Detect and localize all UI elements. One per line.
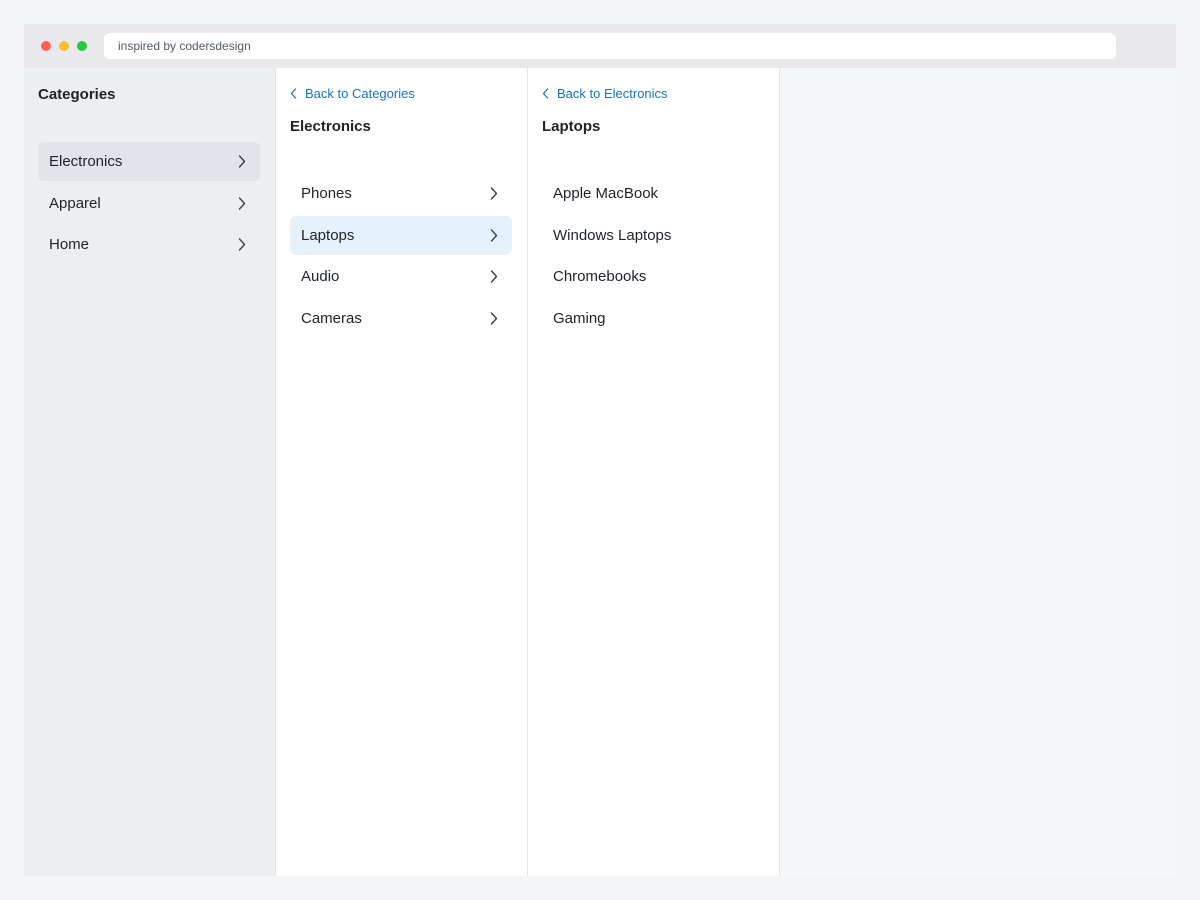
product-item-chromebooks[interactable]: Chromebooks bbox=[542, 257, 764, 296]
subcategory-item-audio[interactable]: Audio bbox=[290, 257, 512, 296]
categories-title: Categories bbox=[38, 86, 116, 103]
electronics-column: Back to Categories Electronics Phones La… bbox=[276, 68, 528, 876]
product-item-apple-macbook[interactable]: Apple MacBook bbox=[542, 174, 764, 213]
chevron-right-icon bbox=[490, 187, 498, 200]
chevron-right-icon bbox=[490, 270, 498, 283]
subcategory-item-phones[interactable]: Phones bbox=[290, 174, 512, 213]
category-item-label: Apparel bbox=[49, 194, 101, 212]
chevron-left-icon bbox=[290, 87, 297, 99]
product-item-windows-laptops[interactable]: Windows Laptops bbox=[542, 216, 764, 255]
category-item-electronics[interactable]: Electronics bbox=[38, 142, 260, 181]
close-window-button[interactable] bbox=[41, 41, 51, 51]
laptops-column: Back to Electronics Laptops Apple MacBoo… bbox=[528, 68, 780, 876]
chevron-right-icon bbox=[238, 196, 246, 210]
browser-window: inspired by codersdesign Categories Elec… bbox=[24, 24, 1176, 876]
product-item-label: Apple MacBook bbox=[553, 185, 659, 202]
product-item-gaming[interactable]: Gaming bbox=[542, 299, 764, 338]
categories-column: Categories Electronics Apparel Home bbox=[24, 68, 276, 876]
electronics-title: Electronics bbox=[290, 118, 371, 135]
subcategory-item-laptops[interactable]: Laptops bbox=[290, 215, 512, 255]
chevron-right-icon bbox=[490, 311, 498, 325]
chevron-right-icon bbox=[490, 228, 498, 242]
subcategory-item-label: Laptops bbox=[301, 226, 355, 244]
electronics-list: Phones Laptops Audio Cameras bbox=[290, 174, 512, 340]
minimize-window-button[interactable] bbox=[59, 41, 69, 51]
product-item-label: Windows Laptops bbox=[553, 226, 672, 244]
miller-columns: Categories Electronics Apparel Home Back… bbox=[24, 68, 1176, 876]
maximize-window-button[interactable] bbox=[77, 41, 87, 51]
subcategory-item-label: Cameras bbox=[301, 309, 362, 327]
category-item-apparel[interactable]: Apparel bbox=[38, 184, 260, 223]
title-bar: inspired by codersdesign bbox=[24, 24, 1176, 68]
detail-column-empty bbox=[780, 68, 1176, 876]
subcategory-item-cameras[interactable]: Cameras bbox=[290, 299, 512, 338]
subcategory-item-label: Audio bbox=[301, 268, 340, 285]
product-item-label: Chromebooks bbox=[553, 268, 647, 285]
subcategory-item-label: Phones bbox=[301, 185, 352, 202]
chevron-left-icon bbox=[542, 87, 549, 99]
category-item-label: Electronics bbox=[49, 153, 123, 170]
product-item-label: Gaming bbox=[553, 309, 606, 327]
back-link-label: Back to Categories bbox=[305, 85, 415, 101]
back-to-categories-link[interactable]: Back to Categories bbox=[290, 84, 415, 102]
back-to-electronics-link[interactable]: Back to Electronics bbox=[542, 84, 668, 102]
back-link-label: Back to Electronics bbox=[557, 85, 668, 101]
laptops-title: Laptops bbox=[542, 118, 601, 135]
chevron-right-icon bbox=[238, 238, 246, 251]
laptops-list: Apple MacBook Windows Laptops Chromebook… bbox=[542, 174, 764, 340]
category-item-home[interactable]: Home bbox=[38, 225, 260, 264]
categories-list: Electronics Apparel Home bbox=[38, 142, 260, 267]
address-bar[interactable]: inspired by codersdesign bbox=[104, 33, 1116, 59]
category-item-label: Home bbox=[49, 236, 90, 253]
chevron-right-icon bbox=[238, 155, 246, 168]
